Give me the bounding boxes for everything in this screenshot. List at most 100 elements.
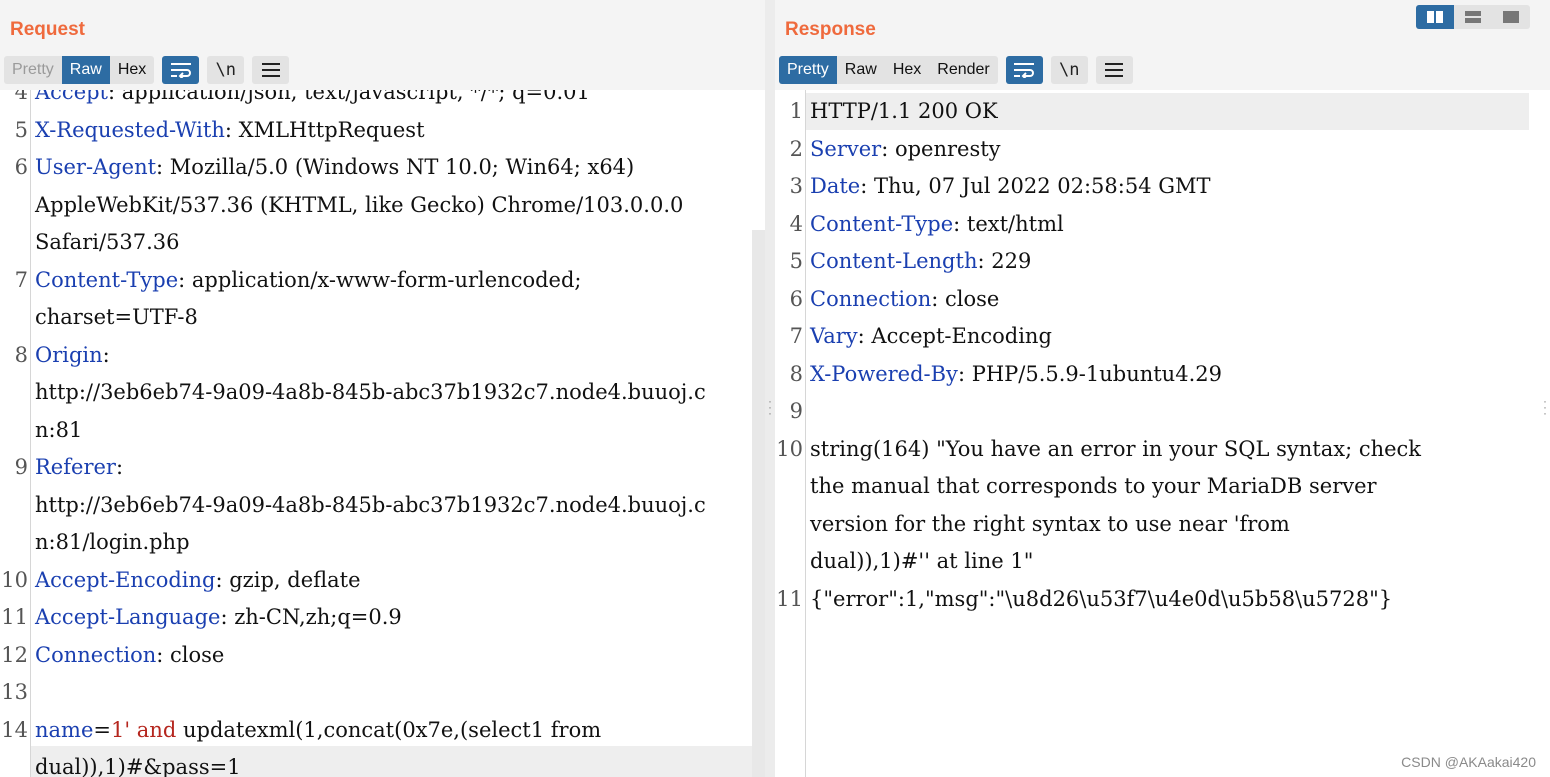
line-content: Server: openresty <box>807 131 1001 169</box>
response-tab-hex[interactable]: Hex <box>885 56 929 84</box>
request-view-tabs: Pretty Raw Hex <box>4 56 155 84</box>
response-tab-render[interactable]: Render <box>929 56 997 84</box>
layout-toggle <box>1416 5 1530 29</box>
line-number: 5 <box>14 117 28 142</box>
line-content: Connection: close <box>807 281 999 319</box>
layout-stacked-button[interactable] <box>1454 5 1492 29</box>
line-content: Referer: http://3eb6eb74-9a09-4a8b-845b-a… <box>32 449 706 562</box>
param-value: 1' and <box>111 717 177 742</box>
text-segment: {"error":1,"msg":"\u8d26\u53f7\u4e0d\u5b… <box>810 586 1393 611</box>
line-row: X-Powered-By: PHP/5.5.9-1ubuntu4.29 <box>810 356 1222 394</box>
text-segment: n:81/login.php <box>35 530 190 554</box>
single-pane-icon <box>1503 11 1519 23</box>
pane-splitter[interactable]: · · · <box>765 0 775 777</box>
response-line: 3 Date: Thu, 07 Jul 2022 02:58:54 GMT <box>775 168 1550 206</box>
splitter-grip-icon: · · · <box>768 394 772 420</box>
line-number: 11 <box>1 605 28 629</box>
line-content: string(164) "You have an error in your S… <box>807 431 1421 581</box>
line-row: Content-Type: text/html <box>810 206 1064 244</box>
request-editor[interactable]: 4 Accept: application/json, text/javascri… <box>0 74 765 777</box>
request-line: 10 Accept-Encoding: gzip, deflate <box>0 562 765 600</box>
response-line: 4 Content-Type: text/html <box>775 206 1550 244</box>
line-content: X-Requested-With: XMLHttpRequest <box>32 112 425 150</box>
line-row: Connection: close <box>35 637 224 675</box>
request-line: 13 <box>0 674 765 712</box>
line-number: 9 <box>789 399 803 423</box>
request-tab-raw[interactable]: Raw <box>61 56 110 84</box>
layout-side-by-side-button[interactable] <box>1416 5 1454 29</box>
line-row: http://3eb6eb74-9a09-4a8b-845b-abc37b193… <box>35 374 706 412</box>
request-scrollbar[interactable] <box>752 230 765 777</box>
response-tab-raw[interactable]: Raw <box>837 56 885 84</box>
text-segment: = <box>93 717 111 742</box>
response-line: 6 Connection: close <box>775 281 1550 319</box>
line-row: Connection: close <box>810 281 999 319</box>
request-title: Request <box>10 19 85 40</box>
line-row: name=1' and updatexml(1,concat(0x7e,(sel… <box>35 712 601 750</box>
line-number: 7 <box>14 267 28 292</box>
line-content: Accept-Encoding: gzip, deflate <box>32 562 361 600</box>
text-segment: : application/x-www-form-urlencoded; <box>178 267 582 292</box>
text-segment: : Thu, 07 Jul 2022 02:58:54 GMT <box>860 174 1211 198</box>
text-segment: n:81 <box>35 417 83 442</box>
line-content: HTTP/1.1 200 OK <box>807 93 998 131</box>
text-segment: updatexml(1,concat(0x7e,(select1 from <box>176 717 602 742</box>
response-line: 7 Vary: Accept-Encoding <box>775 318 1550 356</box>
text-segment: the manual that corresponds to your Mari… <box>810 474 1377 498</box>
response-line: 2 Server: openresty <box>775 131 1550 169</box>
line-number: 7 <box>789 324 803 348</box>
request-wrap-button[interactable] <box>162 56 200 84</box>
line-row: Server: openresty <box>810 131 1001 169</box>
line-row: X-Requested-With: XMLHttpRequest <box>35 112 425 150</box>
response-line: 9 <box>775 393 1550 431</box>
line-content: Content-Length: 229 <box>807 243 1031 281</box>
line-row: n:81 <box>35 412 706 450</box>
text-segment: version for the right syntax to use near… <box>810 511 1290 536</box>
hamburger-menu-icon <box>1105 63 1124 77</box>
request-line: 5 X-Requested-With: XMLHttpRequest <box>0 112 765 150</box>
request-newline-button[interactable]: \n <box>207 56 245 84</box>
request-pane: Request Pretty Raw Hex \n 4 Accept: appl… <box>0 0 765 777</box>
response-line: 5 Content-Length: 229 <box>775 243 1550 281</box>
header-name: User-Agent <box>35 155 157 179</box>
line-row: HTTP/1.1 200 OK <box>810 93 998 131</box>
response-newline-button[interactable]: \n <box>1050 56 1088 84</box>
line-number: 9 <box>14 455 28 479</box>
text-segment: : <box>102 342 110 367</box>
response-tab-pretty[interactable]: Pretty <box>779 56 837 84</box>
request-line: 11 Accept-Language: zh-CN,zh;q=0.9 <box>0 599 765 637</box>
response-line: 1 HTTP/1.1 200 OK <box>775 93 1550 131</box>
line-content: Accept-Language: zh-CN,zh;q=0.9 <box>32 599 402 637</box>
response-line: 8 X-Powered-By: PHP/5.5.9-1ubuntu4.29 <box>775 356 1550 394</box>
header-name: X-Powered-By <box>810 361 958 386</box>
request-tab-hex[interactable]: Hex <box>110 56 154 84</box>
line-number: 6 <box>789 286 803 311</box>
header-name: Content-Type <box>35 267 179 292</box>
line-number: 10 <box>1 567 28 592</box>
hamburger-menu-icon <box>261 63 280 77</box>
layout-single-button[interactable] <box>1492 5 1530 29</box>
response-view-tabs: Pretty Raw Hex Render <box>779 56 998 84</box>
line-row: version for the right syntax to use near… <box>810 506 1421 544</box>
header-name: Date <box>810 174 861 198</box>
line-number: 11 <box>776 586 803 611</box>
line-number: 3 <box>789 174 803 198</box>
line-number: 12 <box>1 642 28 667</box>
response-wrap-button[interactable] <box>1005 56 1043 84</box>
text-segment: : zh-CN,zh;q=0.9 <box>220 605 402 629</box>
line-content: Content-Type: application/x-www-form-url… <box>32 262 582 337</box>
line-row: Origin: <box>35 337 706 375</box>
text-segment: : XMLHttpRequest <box>224 117 425 142</box>
line-row: Accept-Encoding: gzip, deflate <box>35 562 361 600</box>
line-row: the manual that corresponds to your Mari… <box>810 468 1421 506</box>
request-line: 7 Content-Type: application/x-www-form-ur… <box>0 262 765 337</box>
response-line: 10 string(164) "You have an error in your… <box>775 431 1550 581</box>
line-content: X-Powered-By: PHP/5.5.9-1ubuntu4.29 <box>807 356 1222 394</box>
line-row: dual)),1)#&pass=1 <box>35 749 601 777</box>
response-editor[interactable]: 1 HTTP/1.1 200 OK 2 Server: openresty 3 Date:… <box>775 90 1550 777</box>
request-tab-pretty[interactable]: Pretty <box>4 56 62 84</box>
line-content <box>32 674 35 712</box>
request-menu-button[interactable] <box>252 56 290 84</box>
response-menu-button[interactable] <box>1095 56 1133 84</box>
text-segment: string(164) "You have an error in your S… <box>810 436 1422 461</box>
